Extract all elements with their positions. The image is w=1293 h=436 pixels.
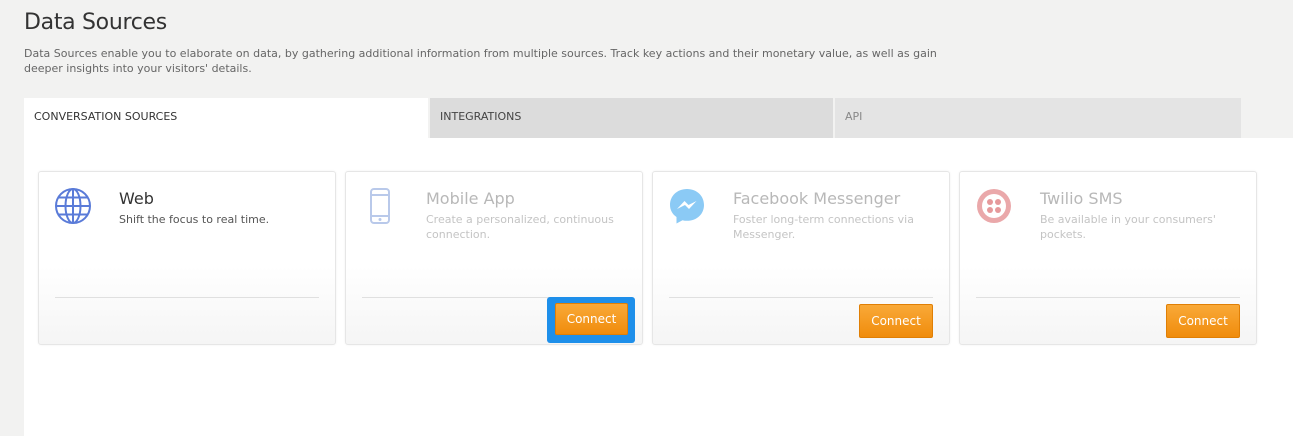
card-title: Web xyxy=(119,189,154,208)
card-description: Shift the focus to real time. xyxy=(119,213,270,226)
tab-conversation-sources[interactable]: CONVERSATION SOURCES xyxy=(24,98,430,138)
page-title: Data Sources xyxy=(24,10,167,35)
card-divider xyxy=(55,297,319,298)
card-twilio-sms[interactable]: Twilio SMS Be available in your consumer… xyxy=(959,171,1257,345)
card-title: Mobile App xyxy=(426,189,515,208)
connect-button-twilio-sms[interactable]: Connect xyxy=(1166,304,1240,338)
tab-api[interactable]: API xyxy=(835,98,1241,138)
mobile-phone-icon xyxy=(370,188,390,224)
connect-button-mobile-app[interactable]: Connect xyxy=(555,303,628,335)
card-facebook-messenger[interactable]: Facebook Messenger Foster long-term conn… xyxy=(652,171,950,345)
tab-bar: CONVERSATION SOURCES INTEGRATIONS API xyxy=(24,98,1241,138)
card-divider xyxy=(976,297,1240,298)
card-description: Foster long-term connections via Messeng… xyxy=(733,213,914,241)
card-title: Twilio SMS xyxy=(1040,189,1123,208)
globe-icon xyxy=(55,188,91,224)
card-mobile-app[interactable]: Mobile App Create a personalized, contin… xyxy=(345,171,643,345)
card-title: Facebook Messenger xyxy=(733,189,901,208)
card-divider xyxy=(669,297,933,298)
card-description: Be available in your consumers' pockets. xyxy=(1040,213,1216,241)
page-description: Data Sources enable you to elaborate on … xyxy=(24,47,937,75)
focus-highlight: Connect xyxy=(547,297,635,343)
messenger-icon xyxy=(670,189,704,224)
card-description: Create a personalized, continuous connec… xyxy=(426,213,614,241)
conversation-sources-panel: Web Shift the focus to real time. Mobile… xyxy=(24,138,1293,436)
twilio-icon xyxy=(977,189,1011,223)
card-web[interactable]: Web Shift the focus to real time. xyxy=(38,171,336,345)
tab-integrations[interactable]: INTEGRATIONS xyxy=(430,98,835,138)
connect-button-facebook-messenger[interactable]: Connect xyxy=(859,304,933,338)
